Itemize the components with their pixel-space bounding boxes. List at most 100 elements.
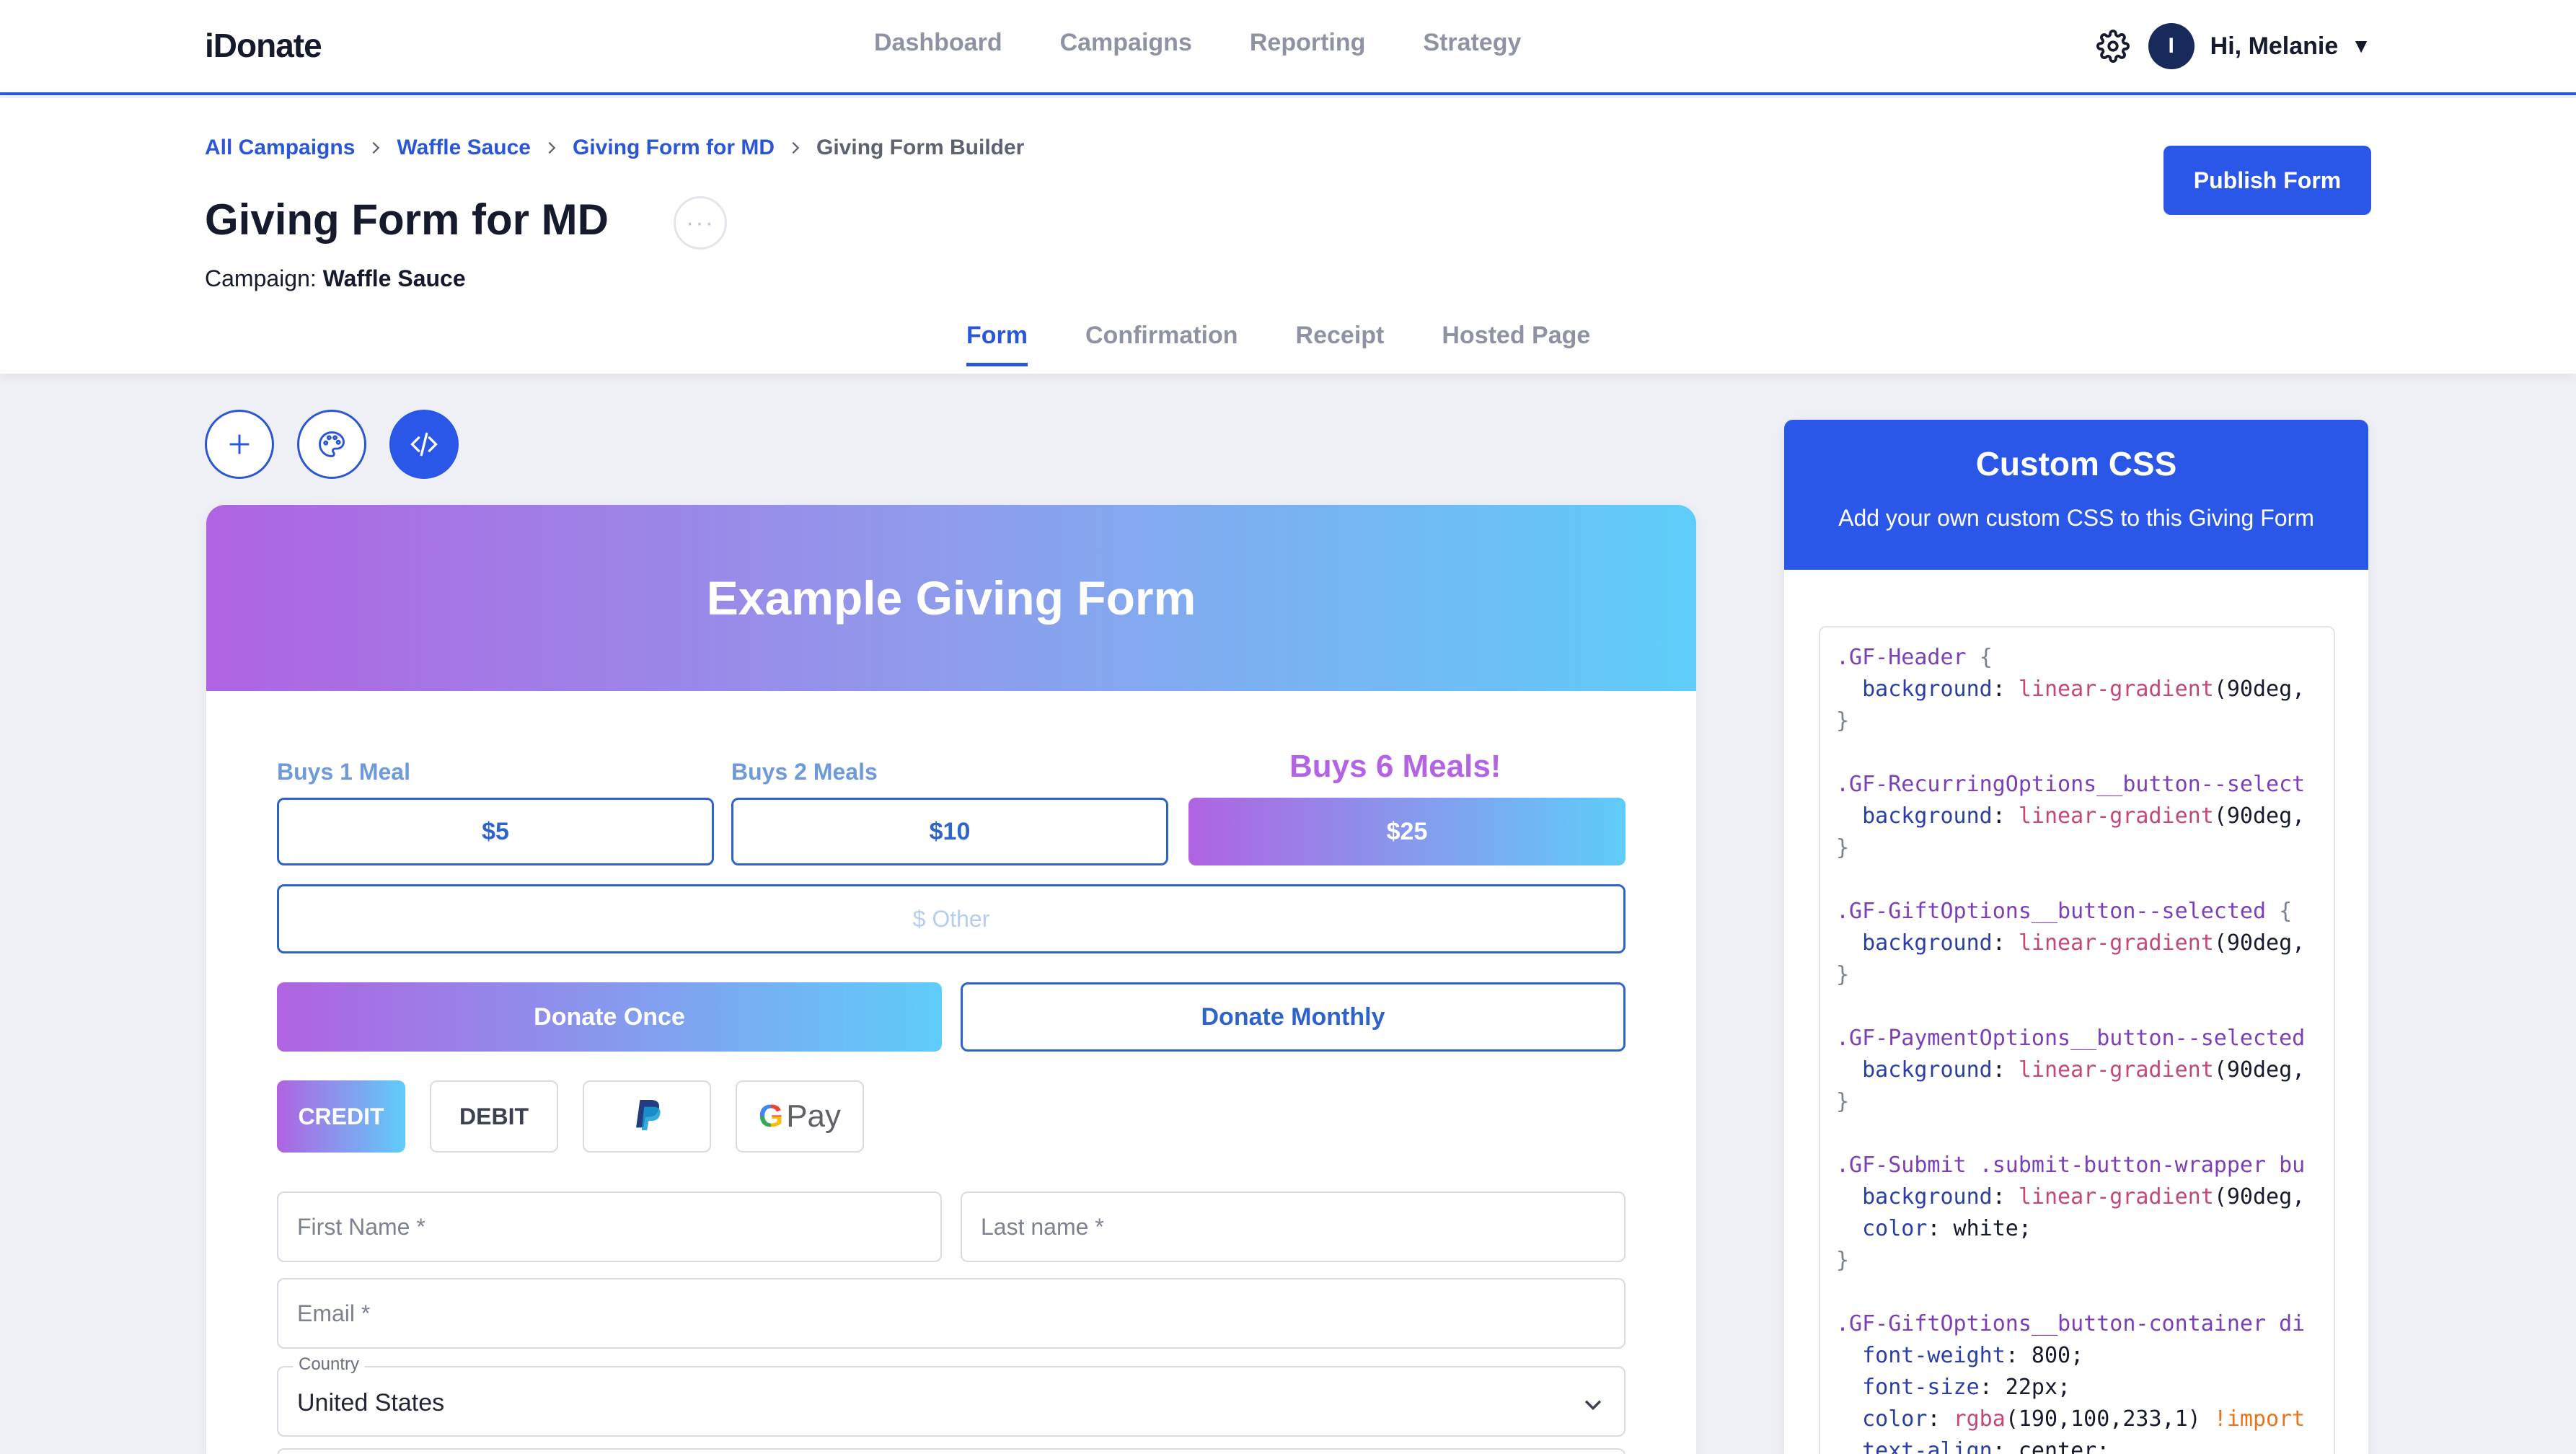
- code-line: }: [1836, 1086, 2334, 1118]
- code-token: font-weight: [1836, 1343, 2006, 1368]
- code-token: }: [1836, 708, 1850, 733]
- payment-paypal-button[interactable]: [583, 1080, 711, 1153]
- palette-icon: [319, 431, 345, 457]
- code-token: (90deg,: [2213, 1057, 2306, 1083]
- chevron-right-icon: [372, 141, 380, 154]
- breadcrumb-form[interactable]: Giving Form for MD: [573, 136, 775, 160]
- code-token: linear-gradient: [2018, 1184, 2214, 1210]
- code-token: {: [1979, 645, 1993, 670]
- builder-tabs: Form Confirmation Receipt Hosted Page: [966, 322, 1590, 366]
- nav-campaigns[interactable]: Campaigns: [1060, 29, 1192, 57]
- first-name-input[interactable]: [277, 1191, 942, 1262]
- code-token: .GF-GiftOptions__button-container di: [1836, 1311, 2306, 1336]
- code-line: .GF-PaymentOptions__button--selected: [1836, 1023, 2334, 1054]
- payment-credit-button[interactable]: CREDIT: [277, 1080, 405, 1153]
- code-token: }: [1836, 1248, 1850, 1273]
- code-token: }: [1836, 835, 1850, 860]
- breadcrumb: All Campaigns Waffle Sauce Giving Form f…: [205, 136, 1024, 160]
- tab-confirmation[interactable]: Confirmation: [1085, 322, 1238, 366]
- nav-reporting[interactable]: Reporting: [1250, 29, 1366, 57]
- top-navbar: iDonate Dashboard Campaigns Reporting St…: [0, 0, 2576, 95]
- code-line: }: [1836, 832, 2334, 864]
- code-token: linear-gradient: [2018, 677, 2214, 702]
- code-token: linear-gradient: [2018, 1057, 2214, 1083]
- amount-button-25[interactable]: $25: [1188, 798, 1626, 865]
- code-token: (90deg,: [2213, 1184, 2306, 1210]
- gear-icon[interactable]: [2096, 30, 2130, 63]
- code-token: (90deg,: [2213, 803, 2306, 829]
- gpay-label: Pay: [786, 1098, 842, 1134]
- payment-gpay-button[interactable]: G Pay: [736, 1080, 864, 1153]
- more-options-button[interactable]: ···: [674, 196, 727, 250]
- custom-css-panel: Custom CSS Add your own custom CSS to th…: [1784, 420, 2368, 1454]
- nav-dashboard[interactable]: Dashboard: [874, 29, 1002, 57]
- form-title: Example Giving Form: [706, 571, 1196, 625]
- code-token: font-size: [1836, 1375, 1980, 1400]
- other-amount-input[interactable]: [277, 884, 1626, 953]
- country-select[interactable]: Country United States: [277, 1354, 1626, 1437]
- code-line: background: linear-gradient(90deg,: [1836, 801, 2334, 832]
- user-menu-caret-icon[interactable]: ▼: [2351, 35, 2371, 58]
- code-token: background: [1836, 1057, 1993, 1083]
- code-line: }: [1836, 959, 2334, 991]
- tab-form[interactable]: Form: [966, 322, 1028, 366]
- code-line: background: linear-gradient(90deg,: [1836, 1054, 2334, 1086]
- page-title: Giving Form for MD: [205, 195, 609, 244]
- code-token: : center;: [1992, 1438, 2110, 1454]
- last-name-input[interactable]: [961, 1191, 1626, 1262]
- code-token: :: [1992, 1184, 2019, 1210]
- form-header: Example Giving Form: [206, 505, 1696, 691]
- avatar[interactable]: I: [2148, 23, 2195, 69]
- page-header: All Campaigns Waffle Sauce Giving Form f…: [0, 98, 2576, 374]
- code-token: :: [1992, 930, 2019, 956]
- code-token: }: [1836, 962, 1850, 987]
- theme-button[interactable]: [297, 410, 366, 479]
- campaign-label: Campaign:: [205, 265, 317, 291]
- email-input[interactable]: [277, 1278, 1626, 1349]
- user-area: I Hi, Melanie ▼: [2096, 23, 2371, 69]
- giving-form-preview: Example Giving Form Buys 1 Meal Buys 2 M…: [206, 505, 1696, 1454]
- code-token: color: [1836, 1216, 1928, 1241]
- paypal-icon: [636, 1100, 661, 1131]
- code-line: text-align: center;: [1836, 1435, 2334, 1454]
- breadcrumb-all-campaigns[interactable]: All Campaigns: [205, 136, 355, 160]
- google-pay-logo: G Pay: [759, 1098, 841, 1134]
- tab-hosted-page[interactable]: Hosted Page: [1442, 322, 1590, 366]
- code-token: background: [1836, 930, 1993, 956]
- css-code-editor[interactable]: .GF-Header { background: linear-gradient…: [1819, 626, 2335, 1454]
- publish-form-button[interactable]: Publish Form: [2163, 146, 2371, 215]
- code-line: font-weight: 800;: [1836, 1340, 2334, 1372]
- amount-label-1: Buys 1 Meal: [277, 759, 410, 785]
- code-token: background: [1836, 677, 1993, 702]
- amount-button-5[interactable]: $5: [277, 798, 714, 865]
- code-token: color: [1836, 1406, 1928, 1432]
- code-token: (90deg,: [2213, 930, 2306, 956]
- add-icon: [229, 434, 250, 454]
- code-line: .GF-RecurringOptions__button--select: [1836, 769, 2334, 801]
- code-token: .GF-Header: [1836, 645, 1980, 670]
- tab-receipt[interactable]: Receipt: [1296, 322, 1385, 366]
- nav-strategy[interactable]: Strategy: [1423, 29, 1521, 57]
- payment-debit-button[interactable]: DEBIT: [430, 1080, 558, 1153]
- custom-css-button[interactable]: [389, 410, 459, 479]
- code-token: : white;: [1927, 1216, 2032, 1241]
- user-greeting[interactable]: Hi, Melanie: [2210, 32, 2339, 61]
- main-nav: Dashboard Campaigns Reporting Strategy: [874, 29, 1521, 57]
- breadcrumb-campaign[interactable]: Waffle Sauce: [397, 136, 531, 160]
- add-element-button[interactable]: [205, 410, 274, 479]
- code-line: .GF-Submit .submit-button-wrapper bu: [1836, 1150, 2334, 1181]
- code-line: background: linear-gradient(90deg,: [1836, 1181, 2334, 1213]
- code-token: linear-gradient: [2018, 930, 2214, 956]
- campaign-name: Waffle Sauce: [322, 265, 466, 291]
- amount-button-10[interactable]: $10: [731, 798, 1168, 865]
- next-form-field[interactable]: [277, 1448, 1626, 1454]
- donate-monthly-button[interactable]: Donate Monthly: [961, 982, 1626, 1052]
- donate-once-button[interactable]: Donate Once: [277, 982, 942, 1052]
- code-token: linear-gradient: [2018, 803, 2214, 829]
- idonate-logo[interactable]: iDonate: [205, 26, 322, 65]
- code-line: .GF-Header {: [1836, 642, 2334, 674]
